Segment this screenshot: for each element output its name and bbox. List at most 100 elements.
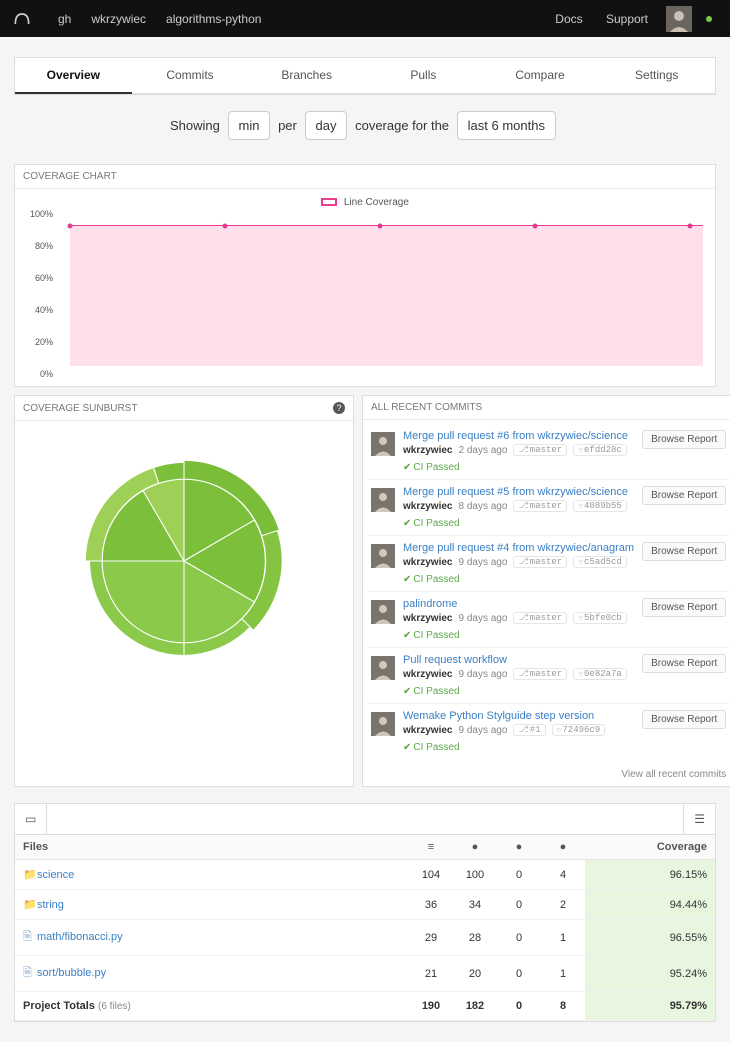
col-files[interactable]: Files — [15, 835, 409, 860]
file-lines: 21 — [409, 956, 453, 992]
docs-link[interactable]: Docs — [545, 12, 592, 26]
commit-branch[interactable]: master — [513, 612, 567, 624]
commit-sha[interactable]: 0e82a7a — [573, 668, 627, 680]
file-name[interactable]: sort/bubble.py — [37, 967, 106, 979]
sunburst-chart[interactable] — [15, 421, 353, 701]
commit-branch[interactable]: #1 — [513, 724, 545, 736]
table-row[interactable]: 📁string36340294.44% — [15, 890, 715, 920]
commit-row: Wemake Python Stylguide step version wkrz… — [367, 704, 730, 759]
y-tick-label: 100% — [30, 209, 53, 219]
repo-tabs: OverviewCommitsBranchesPullsCompareSetti… — [14, 57, 716, 95]
col-coverage[interactable]: Coverage — [585, 835, 715, 860]
col-hit-icon[interactable]: ● — [453, 835, 497, 860]
totals-hit: 182 — [453, 992, 497, 1021]
file-name[interactable]: science — [37, 869, 74, 881]
showing-mid: coverage for the — [355, 118, 449, 133]
commit-author[interactable]: wkrzywiec — [403, 669, 452, 680]
commit-title[interactable]: Merge pull request #5 from wkrzywiec/sci… — [403, 486, 634, 498]
file-hit: 28 — [453, 920, 497, 956]
user-avatar[interactable] — [666, 6, 692, 32]
commit-avatar[interactable] — [371, 656, 395, 680]
commit-author[interactable]: wkrzywiec — [403, 613, 452, 624]
commit-row: Merge pull request #4 from wkrzywiec/ana… — [367, 536, 730, 592]
tab-branches[interactable]: Branches — [248, 58, 365, 94]
commit-sha[interactable]: 72496c9 — [552, 724, 606, 736]
file-name[interactable]: string — [37, 899, 64, 911]
app-logo[interactable] — [12, 9, 32, 29]
y-tick-label: 0% — [40, 369, 53, 379]
breadcrumb-user[interactable]: wkrzywiec — [81, 12, 156, 26]
tab-settings[interactable]: Settings — [598, 58, 715, 94]
support-link[interactable]: Support — [596, 12, 658, 26]
table-row[interactable]: 📁science1041000496.15% — [15, 860, 715, 890]
files-view-list-icon[interactable]: ▭ — [15, 804, 47, 834]
commit-sha[interactable]: c5ad5cd — [573, 556, 627, 568]
commit-avatar[interactable] — [371, 600, 395, 624]
commit-avatar[interactable] — [371, 712, 395, 736]
range-select[interactable]: last 6 months — [457, 111, 556, 140]
file-partial: 0 — [497, 860, 541, 890]
y-tick-label: 40% — [35, 305, 53, 315]
browse-report-button[interactable]: Browse Report — [642, 654, 726, 673]
commit-avatar[interactable] — [371, 488, 395, 512]
commit-author[interactable]: wkrzywiec — [403, 445, 452, 456]
commit-title[interactable]: Wemake Python Stylguide step version — [403, 710, 634, 722]
commit-age: 9 days ago — [458, 557, 507, 568]
showing-prefix: Showing — [170, 118, 220, 133]
file-icon: 🗎 — [23, 928, 33, 947]
files-view-toggle-icon[interactable]: ☰ — [683, 804, 715, 834]
status-indicator — [706, 16, 712, 22]
col-partial-icon[interactable]: ● — [497, 835, 541, 860]
commit-row: Pull request workflowwkrzywiec9 days ago… — [367, 648, 730, 704]
agg-select[interactable]: min — [228, 111, 271, 140]
tab-pulls[interactable]: Pulls — [365, 58, 482, 94]
totals-lines: 190 — [409, 992, 453, 1021]
commit-avatar[interactable] — [371, 544, 395, 568]
commit-title[interactable]: Merge pull request #4 from wkrzywiec/ana… — [403, 542, 634, 554]
breadcrumb-org[interactable]: gh — [48, 12, 81, 26]
file-miss: 4 — [541, 860, 585, 890]
breadcrumb-repo[interactable]: algorithms-python — [156, 12, 271, 26]
totals-partial: 0 — [497, 992, 541, 1021]
table-row[interactable]: 🗎math/fibonacci.py29280196.55% — [15, 920, 715, 956]
commit-author[interactable]: wkrzywiec — [403, 501, 452, 512]
commit-branch[interactable]: master — [513, 444, 567, 456]
commit-sha[interactable]: efdd28c — [573, 444, 627, 456]
folder-icon: 📁 — [23, 868, 33, 881]
commit-author[interactable]: wkrzywiec — [403, 557, 452, 568]
browse-report-button[interactable]: Browse Report — [642, 430, 726, 449]
commit-avatar[interactable] — [371, 432, 395, 456]
browse-report-button[interactable]: Browse Report — [642, 486, 726, 505]
bucket-select[interactable]: day — [305, 111, 348, 140]
view-all-commits-link[interactable]: View all recent commits — [363, 763, 730, 786]
commit-sha[interactable]: 5bfe0cb — [573, 612, 627, 624]
filter-sentence: Showing min per day coverage for the las… — [14, 95, 716, 156]
commit-title[interactable]: Pull request workflow — [403, 654, 634, 666]
browse-report-button[interactable]: Browse Report — [642, 542, 726, 561]
y-tick-label: 20% — [35, 337, 53, 347]
browse-report-button[interactable]: Browse Report — [642, 598, 726, 617]
commit-branch[interactable]: master — [513, 500, 567, 512]
file-name[interactable]: math/fibonacci.py — [37, 931, 123, 943]
commit-age: 9 days ago — [458, 613, 507, 624]
files-panel: ▭ ☰ Files ≡ ● ● ● Coverage 📁science10410… — [14, 803, 716, 1022]
commit-branch[interactable]: master — [513, 556, 567, 568]
chart-point — [533, 224, 538, 229]
help-icon[interactable]: ? — [333, 402, 345, 414]
tab-overview[interactable]: Overview — [15, 58, 132, 94]
tab-commits[interactable]: Commits — [132, 58, 249, 94]
y-tick-label: 80% — [35, 241, 53, 251]
commit-sha[interactable]: 4089b55 — [573, 500, 627, 512]
col-miss-icon[interactable]: ● — [541, 835, 585, 860]
topbar: gh wkrzywiec algorithms-python Docs Supp… — [0, 0, 730, 37]
commit-branch[interactable]: master — [513, 668, 567, 680]
coverage-chart: 0%20%40%60%80%100% — [57, 214, 703, 374]
totals-count: (6 files) — [98, 1001, 131, 1012]
commit-title[interactable]: Merge pull request #6 from wkrzywiec/sci… — [403, 430, 634, 442]
col-lines-icon[interactable]: ≡ — [409, 835, 453, 860]
table-row[interactable]: 🗎sort/bubble.py21200195.24% — [15, 956, 715, 992]
commit-title[interactable]: palindrome — [403, 598, 634, 610]
tab-compare[interactable]: Compare — [482, 58, 599, 94]
commit-author[interactable]: wkrzywiec — [403, 725, 452, 736]
browse-report-button[interactable]: Browse Report — [642, 710, 726, 729]
